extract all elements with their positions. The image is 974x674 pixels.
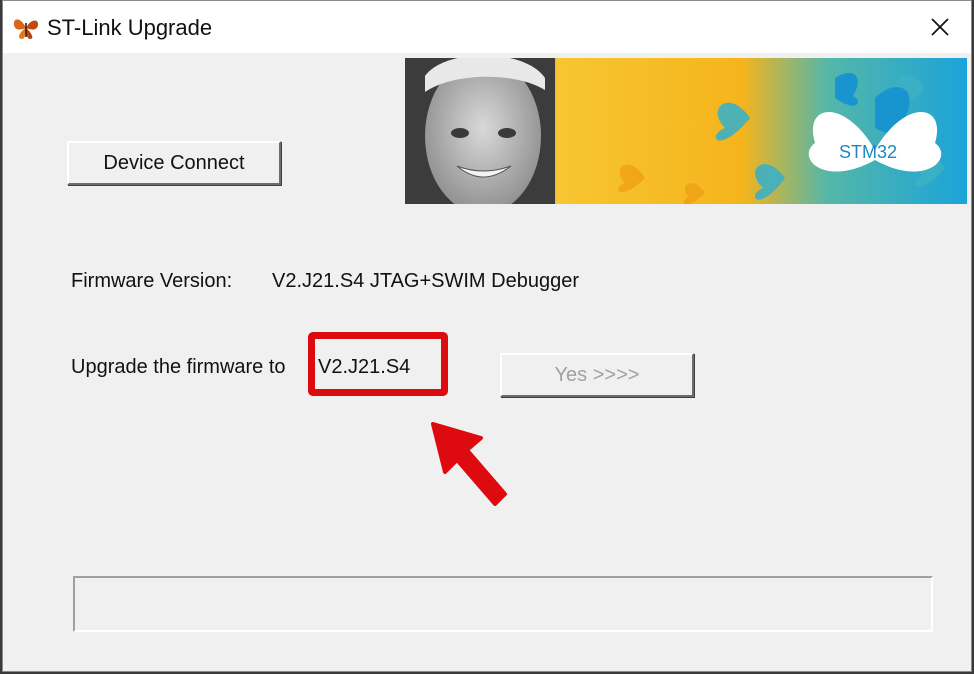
yes-upgrade-button[interactable]: Yes >>>> — [500, 353, 694, 397]
butterfly-icon — [13, 19, 39, 39]
st-link-upgrade-dialog: ST-Link Upgrade STM32 Device Connect Fir… — [2, 0, 972, 672]
close-icon — [931, 18, 949, 36]
arrow-pointer-icon — [431, 422, 507, 506]
stm32-banner-image: STM32 — [405, 58, 967, 204]
title-bar: ST-Link Upgrade — [3, 1, 971, 53]
highlight-annotation-box — [308, 332, 448, 396]
device-connect-button[interactable]: Device Connect — [67, 141, 281, 185]
window-title: ST-Link Upgrade — [47, 15, 213, 40]
upgrade-label: Upgrade the firmware to — [71, 356, 286, 378]
close-button[interactable] — [909, 1, 971, 53]
upgrade-progress-bar — [73, 576, 933, 632]
banner-logo-text: STM32 — [839, 142, 897, 162]
firmware-version-label: Firmware Version: — [71, 270, 233, 292]
firmware-version-value: V2.J21.S4 JTAG+SWIM Debugger — [272, 270, 579, 292]
